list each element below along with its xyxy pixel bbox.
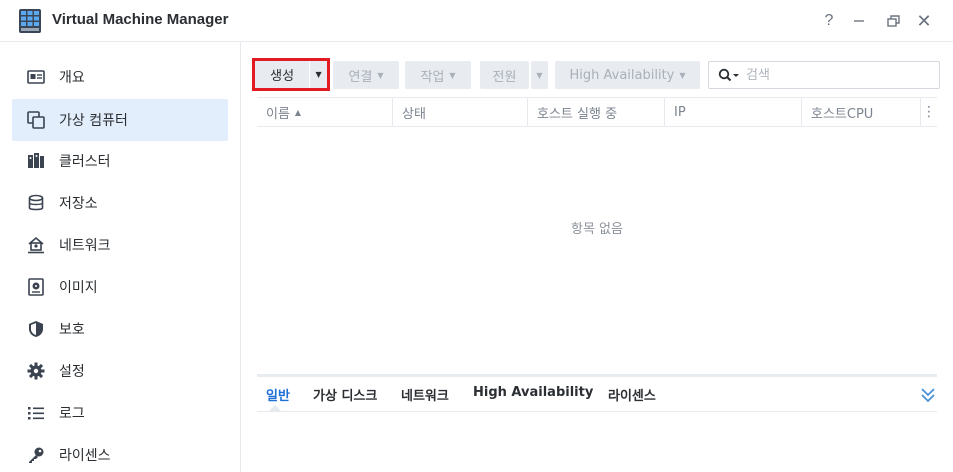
sidebar-item-overview[interactable]: 개요 [12,56,228,98]
sidebar-item-image[interactable]: 이미지 [12,266,228,308]
sidebar-item-label: 클러스터 [59,154,111,170]
caret-down-icon: ▼ [679,70,686,80]
tab-high-availability[interactable]: High Availability [473,385,593,400]
column-options-button[interactable]: ⋮ [921,98,937,126]
empty-message: 항목 없음 [571,222,623,237]
search-input[interactable] [746,67,926,83]
detail-panel: 일반 가상 디스크 네트워크 High Availability 라이센스 [257,374,937,472]
title-bar: Virtual Machine Manager ? ✕ [0,0,953,42]
column-label: 상태 [402,106,426,122]
column-label: IP [674,104,686,120]
power-label: 전원 [492,69,517,85]
key-icon [26,445,46,465]
sidebar-item-label: 설정 [59,364,85,380]
caret-down-icon: ▼ [377,70,384,80]
caret-down-icon: ▼ [315,70,322,79]
column-label: 이름 [266,106,290,122]
active-tab-pointer [269,405,281,411]
caret-down-icon: ▼ [449,70,456,80]
help-button[interactable]: ? [818,10,840,32]
network-house-icon [26,235,46,255]
double-chevron-down-icon[interactable] [920,386,936,404]
action-label: 작업 [420,69,445,85]
column-label: 호스트CPU [811,106,874,122]
power-button[interactable]: 전원 [480,61,529,89]
dashboard-card-icon [26,67,46,87]
restore-icon [886,15,900,27]
action-button[interactable]: 작업 ▼ [405,61,471,89]
more-vertical-icon: ⋮ [922,104,936,120]
table-header: 이름 ▲ 상태 호스트 실행 중 IP 호스트CPU ⋮ [257,97,937,127]
sidebar-item-settings[interactable]: 설정 [12,350,228,392]
server-rack-icon [26,151,46,171]
sidebar-item-protection[interactable]: 보호 [12,308,228,350]
window-title: Virtual Machine Manager [52,11,229,28]
tab-network[interactable]: 네트워크 [401,385,449,404]
connect-label: 연결 [348,69,373,85]
copy-windows-icon [26,110,46,130]
shield-icon [26,319,46,339]
close-button[interactable]: ✕ [913,10,935,32]
power-dropdown-button[interactable]: ▼ [531,61,548,89]
gear-icon [26,361,46,381]
tab-virtual-disk[interactable]: 가상 디스크 [313,385,377,404]
sidebar-item-label: 라이센스 [59,448,111,464]
sidebar-item-log[interactable]: 로그 [12,392,228,434]
sidebar-item-label: 보호 [59,322,85,338]
create-button[interactable]: 생성 [255,61,310,88]
minimize-icon [854,20,864,22]
minimize-button[interactable] [848,10,870,32]
sidebar-item-label: 이미지 [59,280,98,296]
sidebar-item-label: 개요 [59,70,85,86]
column-header-host-cpu[interactable]: 호스트CPU [802,98,921,126]
column-header-status[interactable]: 상태 [393,98,528,126]
search-icon [718,68,739,82]
column-header-running-host[interactable]: 호스트 실행 중 [528,98,665,126]
high-availability-button[interactable]: High Availability ▼ [555,61,700,89]
vmm-app-icon [19,9,41,33]
sidebar-item-network[interactable]: 네트워크 [12,224,228,266]
sidebar-item-label: 로그 [59,406,85,422]
sidebar-item-label: 저장소 [59,196,98,212]
connect-button[interactable]: 연결 ▼ [333,61,399,89]
caret-down-icon: ▼ [536,70,543,80]
create-button-group: 생성 ▼ [252,58,330,91]
column-header-name[interactable]: 이름 ▲ [257,98,393,126]
sort-ascending-icon: ▲ [294,107,302,117]
sidebar-item-label: 가상 컴퓨터 [59,113,128,129]
sidebar-item-cluster[interactable]: 클러스터 [12,140,228,182]
create-dropdown-button[interactable]: ▼ [310,61,327,88]
database-icon [26,193,46,213]
tab-license[interactable]: 라이센스 [608,385,656,404]
sidebar-item-guests[interactable]: 가상 컴퓨터 [12,99,228,141]
close-icon: ✕ [916,10,932,32]
toolbar: 생성 ▼ 연결 ▼ 작업 ▼ 전원 ▼ High Availability ▼ [252,58,942,91]
tab-general[interactable]: 일반 [266,385,290,404]
restore-button[interactable] [882,10,904,32]
high-availability-label: High Availability [569,67,675,83]
sidebar-item-storage[interactable]: 저장소 [12,182,228,224]
search-box[interactable] [708,61,940,89]
column-header-ip[interactable]: IP [665,98,802,126]
sidebar-item-license[interactable]: 라이센스 [12,434,228,472]
tab-divider [257,411,937,412]
sidebar-item-label: 네트워크 [59,238,111,254]
list-icon [26,403,46,423]
sidebar: 개요 가상 컴퓨터 클러스터 저장소 네트워크 이미지 보호 설정 로그 라이센… [0,42,241,472]
column-label: 호스트 실행 중 [537,106,618,122]
disc-image-icon [26,277,46,297]
